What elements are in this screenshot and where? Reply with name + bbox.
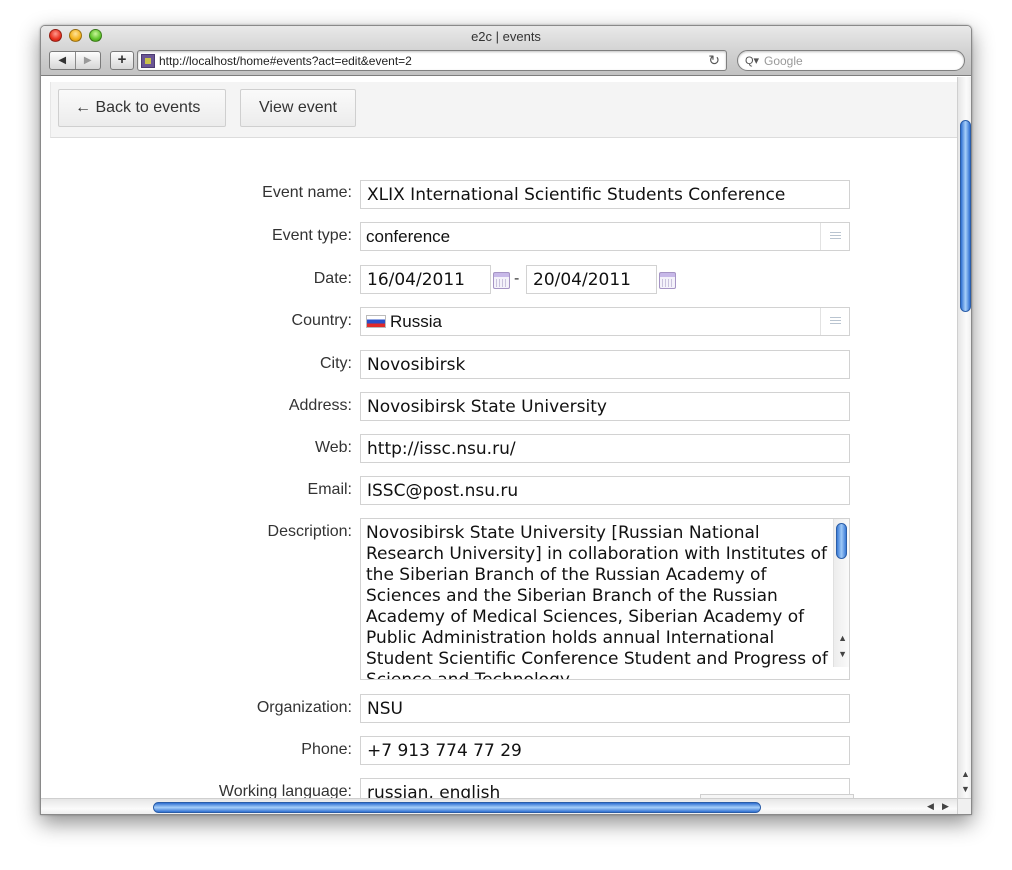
description-scrollbar[interactable]: ▲ ▼ — [833, 519, 849, 667]
calendar-icon[interactable] — [659, 272, 676, 289]
email-input[interactable]: ISSC@post.nsu.ru — [360, 476, 850, 505]
event-type-dropdown-button[interactable] — [820, 223, 849, 250]
scroll-left-arrow-icon[interactable]: ◀ — [927, 801, 934, 812]
russia-flag-icon — [366, 315, 386, 328]
date-label: Date: — [313, 270, 352, 287]
address-label: Address: — [288, 397, 352, 414]
description-label: Description: — [267, 523, 352, 540]
organization-input[interactable]: NSU — [360, 694, 850, 723]
event-type-select[interactable]: conference — [360, 222, 850, 251]
window-title: e2c | events — [471, 29, 541, 44]
forward-arrow-icon[interactable]: ▶ — [74, 52, 101, 69]
calendar-icon[interactable] — [493, 272, 510, 289]
reload-icon[interactable]: ↻ — [708, 52, 720, 69]
phone-label: Phone: — [301, 741, 352, 758]
add-bookmark-button[interactable]: + — [110, 51, 134, 70]
city-label: City: — [320, 355, 352, 372]
search-input[interactable]: Q▾ Google — [737, 50, 965, 71]
event-name-input[interactable]: XLIX International Scientific Students C… — [360, 180, 850, 209]
resize-grip-icon[interactable] — [957, 798, 971, 814]
list-icon — [829, 317, 841, 326]
url-text[interactable]: http://localhost/home#events?act=edit&ev… — [159, 54, 412, 68]
search-placeholder: Google — [764, 54, 803, 68]
scroll-down-arrow-icon[interactable]: ▼ — [961, 784, 970, 794]
start-date-input[interactable]: 16/04/2011 — [360, 265, 491, 294]
scroll-down-arrow-icon[interactable]: ▼ — [838, 649, 847, 659]
page-vertical-scroll-thumb[interactable] — [960, 120, 971, 312]
working-language-label: Working language: — [218, 783, 352, 798]
address-input[interactable]: Novosibirsk State University — [360, 392, 850, 421]
country-value: Russia — [390, 312, 442, 331]
browser-window: e2c | events ◀ ▶ + http://localhost/home… — [40, 25, 972, 815]
organization-label: Organization: — [256, 699, 352, 716]
event-type-value: conference — [366, 227, 451, 246]
email-label: Email: — [307, 481, 352, 498]
description-text[interactable]: Novosibirsk State University [Russian Na… — [366, 523, 828, 679]
back-arrow-icon[interactable]: ◀ — [50, 52, 75, 69]
description-textarea[interactable]: Novosibirsk State University [Russian Na… — [360, 518, 850, 680]
page-horizontal-scroll-thumb[interactable] — [153, 802, 761, 813]
scroll-up-arrow-icon[interactable]: ▲ — [838, 633, 847, 643]
address-bar[interactable]: http://localhost/home#events?act=edit&ev… — [137, 50, 727, 71]
event-toolbar: ← Back to events View event — [50, 82, 957, 138]
country-select[interactable]: Russia — [360, 307, 850, 336]
page-horizontal-scrollbar[interactable]: ◀ ▶ — [41, 798, 957, 814]
city-input[interactable]: Novosibirsk — [360, 350, 850, 379]
page-content: ← Back to events View event Event name: … — [41, 77, 957, 798]
country-dropdown-button[interactable] — [820, 308, 849, 335]
favicon-icon — [141, 54, 155, 68]
event-name-label: Event name: — [262, 184, 352, 201]
end-date-input[interactable]: 20/04/2011 — [526, 265, 657, 294]
history-nav: ◀ ▶ — [49, 51, 101, 70]
description-scroll-thumb[interactable] — [836, 523, 847, 559]
scroll-right-arrow-icon[interactable]: ▶ — [942, 801, 949, 812]
back-to-events-button[interactable]: ← Back to events — [58, 89, 226, 127]
date-separator: - — [514, 270, 520, 287]
phone-input[interactable]: +7 913 774 77 29 — [360, 736, 850, 765]
event-type-label: Event type: — [271, 227, 352, 244]
web-label: Web: — [314, 439, 352, 456]
list-icon — [829, 232, 841, 241]
scroll-up-arrow-icon[interactable]: ▲ — [961, 769, 970, 779]
titlebar: e2c | events ◀ ▶ + http://localhost/home… — [41, 26, 971, 76]
view-event-button[interactable]: View event — [240, 89, 356, 127]
page-vertical-scrollbar[interactable]: ▲ ▼ — [957, 77, 971, 798]
web-input[interactable]: http://issc.nsu.ru/ — [360, 434, 850, 463]
country-label: Country: — [291, 312, 352, 329]
search-icon[interactable]: Q▾ — [745, 54, 759, 67]
